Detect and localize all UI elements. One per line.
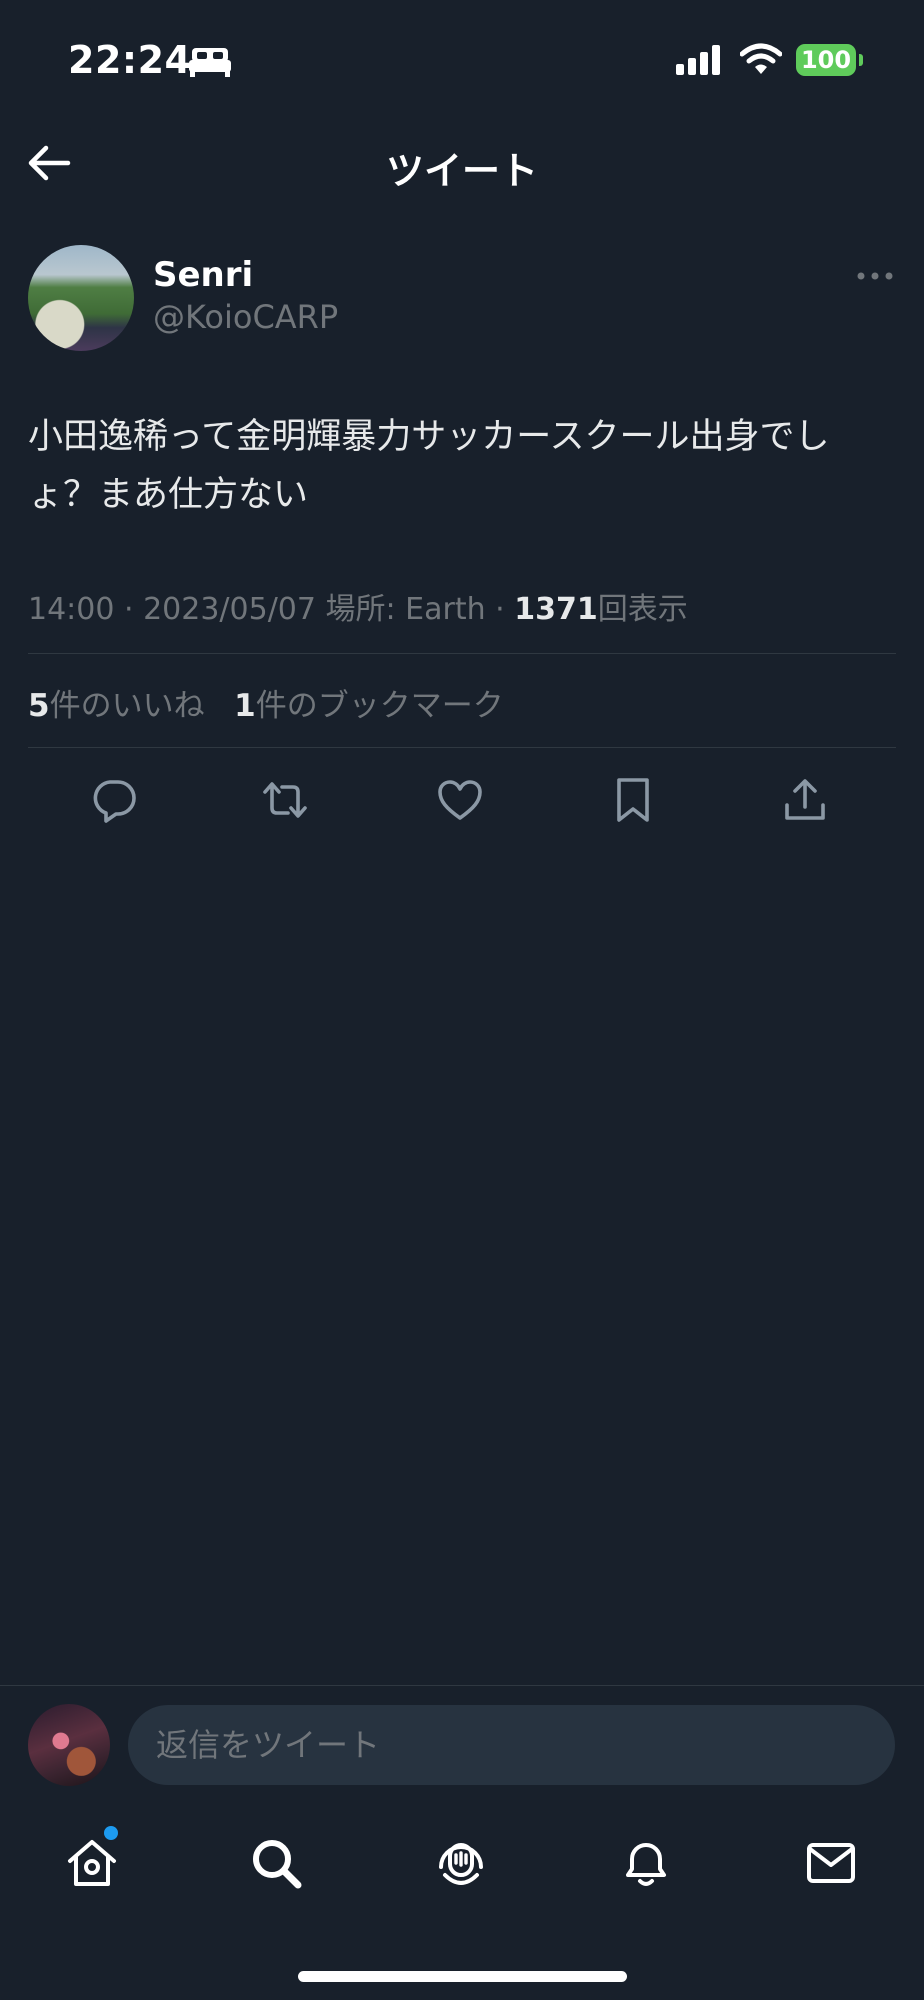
tweet-text: 小田逸稀って金明輝暴力サッカースクール出身でしょ？まあ仕方ない [28,417,830,515]
tweet-stats: 5件のいいね 1件のブックマーク [28,680,504,725]
bookmarks-label: 件のブックマーク [255,688,504,724]
spaces-icon[interactable] [433,1835,489,1891]
author-avatar[interactable] [28,245,134,351]
notifications-icon[interactable] [618,1835,674,1891]
divider [28,653,896,654]
reply-input[interactable] [128,1705,895,1785]
bed-icon [189,48,231,77]
author-name[interactable]: Senri [153,255,253,295]
likes-stat[interactable]: 5件のいいね [28,688,205,724]
home-icon[interactable] [64,1835,120,1891]
bookmark-icon[interactable] [609,776,657,824]
like-icon[interactable] [436,776,484,824]
page-title: ツイート [385,149,538,193]
home-indicator [298,1971,627,1982]
wifi-icon [740,43,782,74]
tweet-meta: 14:00 · 2023/05/07 場所: Earth · 1371回表示 [28,584,688,628]
status-time: 22:24 [68,38,192,82]
likes-count: 5 [28,688,50,724]
bookmarks-stat[interactable]: 1件のブックマーク [234,688,504,724]
divider [28,747,896,748]
notification-dot [104,1826,118,1840]
messages-icon[interactable] [803,1835,859,1891]
bookmarks-count: 1 [234,688,256,724]
author-handle[interactable]: @KoioCARP [153,298,338,336]
my-avatar[interactable] [28,1704,110,1786]
battery-icon: 100 [796,44,856,76]
signal-icon [676,45,720,75]
battery-cap [859,54,863,66]
share-icon[interactable] [781,776,829,824]
views-count: 1371 [514,592,598,627]
search-icon[interactable] [248,1835,304,1891]
views-label: 回表示 [597,592,688,627]
tweet-timestamp-location: 14:00 · 2023/05/07 場所: Earth · [28,592,515,627]
more-icon[interactable] [855,266,895,286]
retweet-icon[interactable] [261,776,309,824]
reply-icon[interactable] [90,776,138,824]
divider [0,1685,924,1686]
likes-label: 件のいいね [49,688,205,724]
